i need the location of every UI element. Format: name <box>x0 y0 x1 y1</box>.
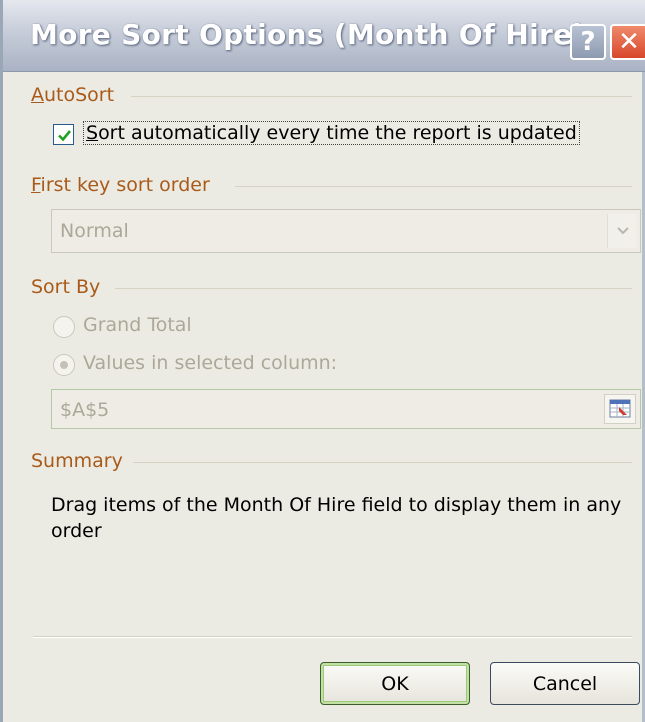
sort-by-group-label: Sort By <box>31 276 101 298</box>
column-range-field[interactable]: $A$5 <box>51 389 641 429</box>
dialog-title: More Sort Options (Month Of Hire) <box>30 18 586 51</box>
checkmark-icon <box>58 130 72 142</box>
close-icon: ✕ <box>618 27 640 57</box>
sort-by-divider <box>115 288 632 289</box>
first-key-sort-order-dropdown[interactable]: Normal <box>51 209 641 253</box>
help-icon: ? <box>580 27 596 57</box>
collapse-dialog-icon <box>609 399 631 418</box>
close-button[interactable]: ✕ <box>610 24 645 60</box>
chevron-down-icon[interactable] <box>607 214 637 248</box>
first-key-group-label: First key sort order <box>31 174 210 196</box>
help-button[interactable]: ? <box>570 24 606 60</box>
cancel-button[interactable]: Cancel <box>490 662 640 705</box>
grand-total-label[interactable]: Grand Total <box>83 314 192 336</box>
range-selector-button[interactable] <box>604 394 636 424</box>
values-in-column-label[interactable]: Values in selected column: <box>83 352 337 374</box>
sort-automatically-checkbox[interactable] <box>53 124 74 145</box>
summary-divider <box>133 462 632 463</box>
grand-total-radio[interactable] <box>53 316 75 338</box>
first-key-selected-value: Normal <box>60 220 129 242</box>
more-sort-options-dialog: More Sort Options (Month Of Hire) ? ✕ Au… <box>0 0 645 722</box>
summary-group-label: Summary <box>31 450 123 472</box>
title-bar[interactable]: More Sort Options (Month Of Hire) ? ✕ <box>3 0 645 72</box>
autosort-group-label: AutoSort <box>31 84 115 106</box>
values-in-column-radio[interactable] <box>53 354 75 376</box>
ok-button[interactable]: OK <box>320 662 470 705</box>
autosort-divider <box>131 96 632 97</box>
summary-text: Drag items of the Month Of Hire field to… <box>51 494 622 542</box>
sort-automatically-label[interactable]: Sort automatically every time the report… <box>83 121 580 145</box>
first-key-divider <box>235 186 632 187</box>
column-range-value: $A$5 <box>60 399 110 421</box>
button-separator <box>33 636 632 638</box>
